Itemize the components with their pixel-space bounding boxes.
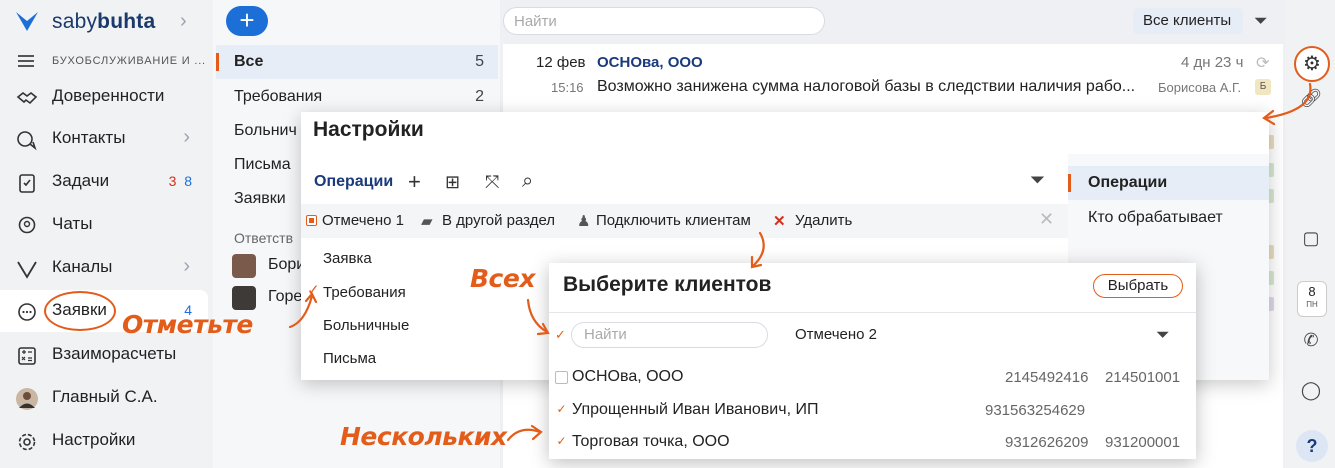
arrow-gear bbox=[1264, 82, 1312, 120]
arrow-connect bbox=[751, 231, 765, 268]
arrowhead bbox=[530, 424, 543, 441]
arrow-mark bbox=[288, 294, 314, 329]
annotation-arrows bbox=[288, 82, 1312, 442]
